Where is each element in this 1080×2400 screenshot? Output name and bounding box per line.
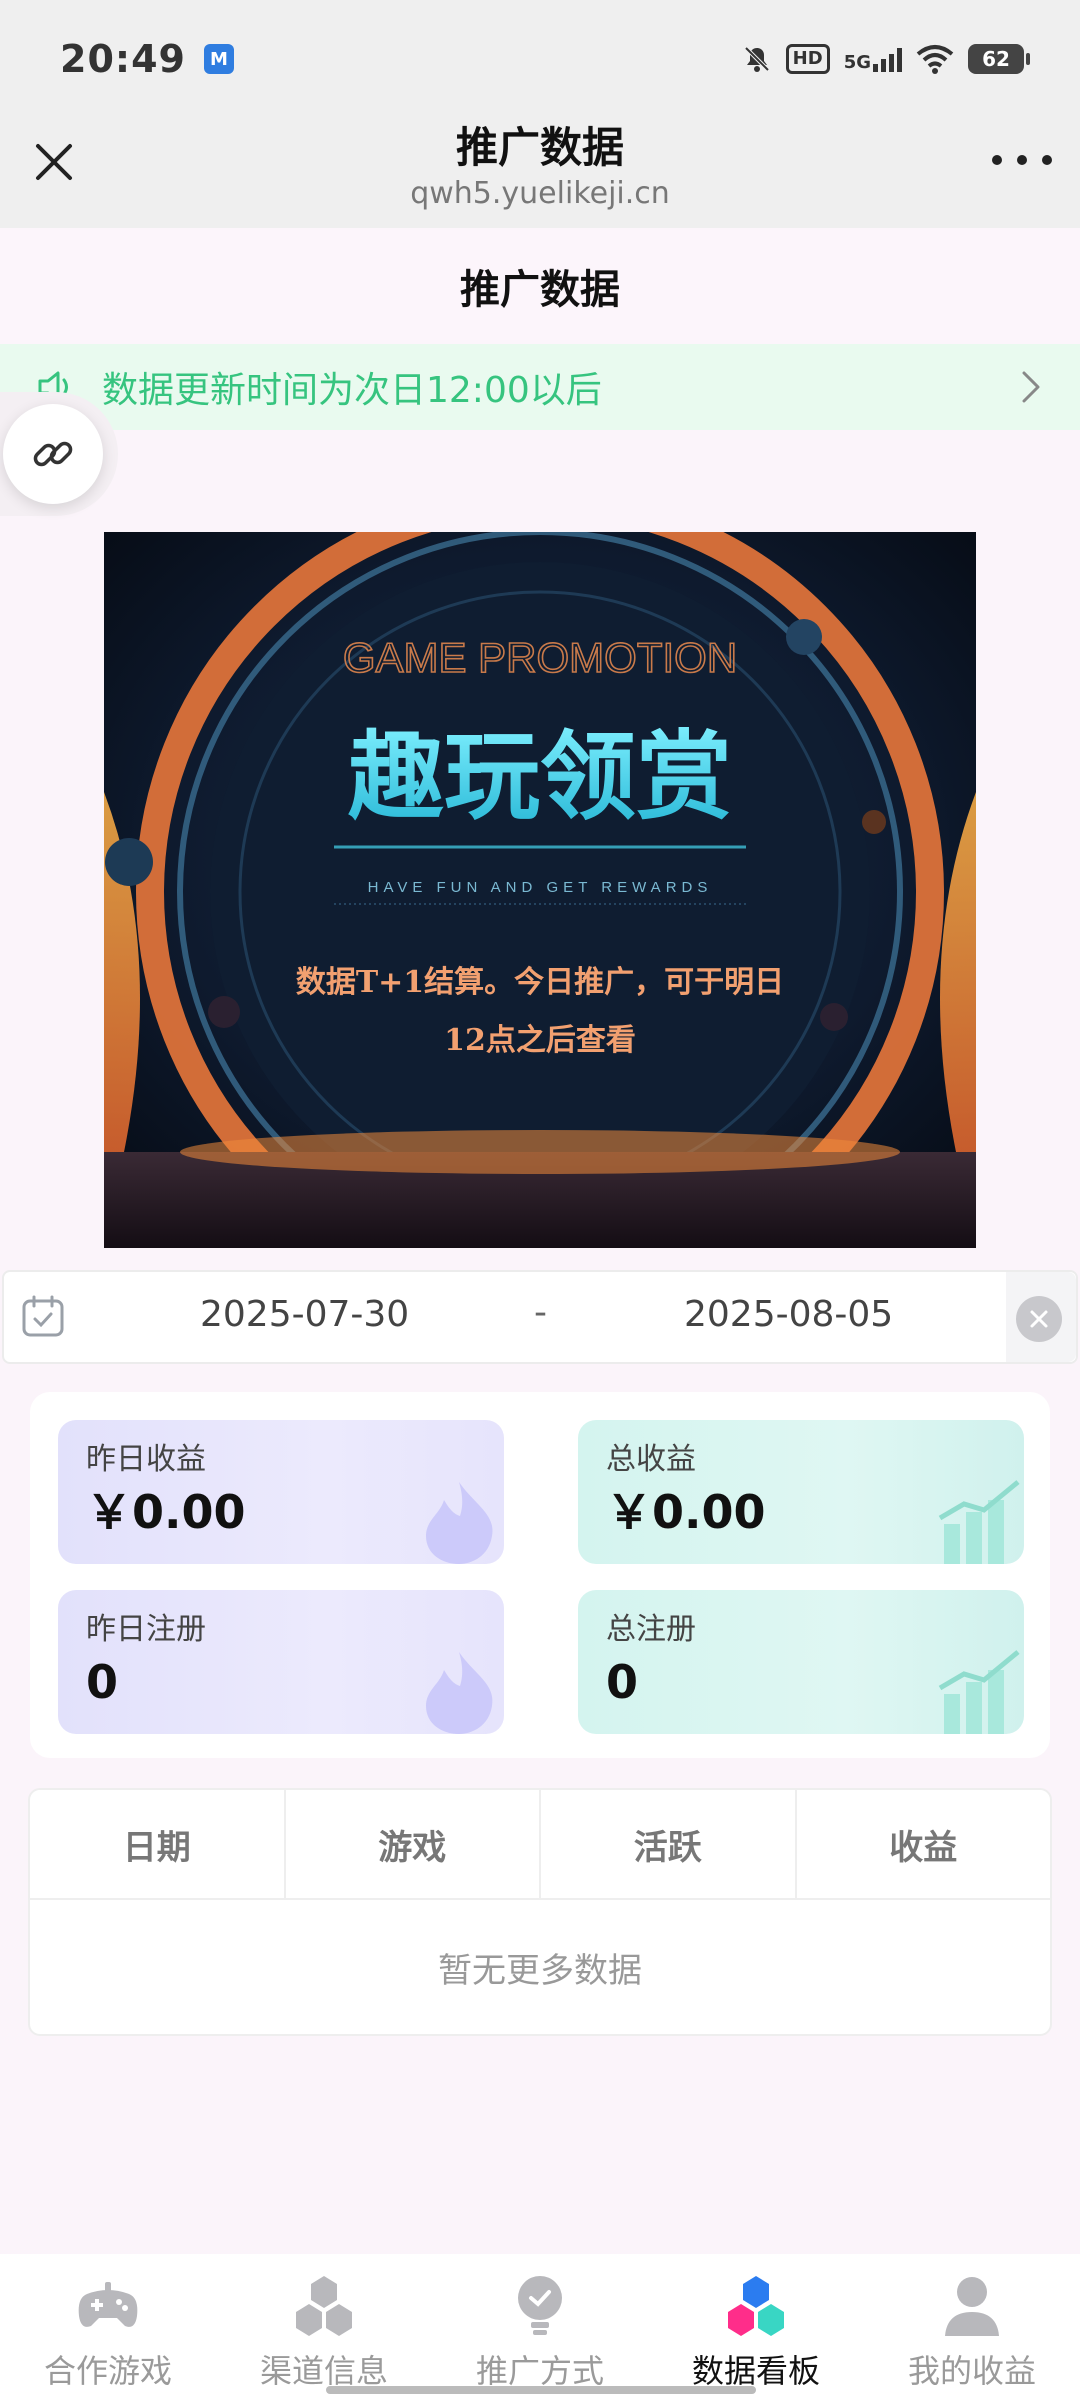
nav-label: 我的收益 (907, 2352, 1036, 2390)
status-bar: 20:49 M HD 5G 62 (0, 0, 1080, 118)
banner-heading-cn: 趣玩领赏 (348, 720, 732, 833)
link-icon (33, 441, 73, 467)
stat-value: ￥0.00 (86, 1485, 246, 1539)
status-icons: HD 5G 62 (742, 44, 1030, 74)
clear-icon (1030, 1310, 1048, 1328)
app-notification-icon: M (203, 44, 234, 74)
nav-item-my-income[interactable]: 我的收益 (864, 2254, 1080, 2400)
home-indicator[interactable] (326, 2386, 756, 2394)
chevron-right-icon (1022, 371, 1040, 403)
calendar-icon (22, 1295, 64, 1337)
stat-card-total-income: 总收益 ￥0.00 (578, 1420, 1024, 1564)
notice-text: 数据更新时间为次日12:00以后 (102, 370, 602, 411)
column-header-date[interactable]: 日期 (30, 1790, 286, 1898)
stats-panel: 昨日收益 ￥0.00 总收益 ￥0.00 昨日注册 0 总注册 0 (30, 1392, 1050, 1758)
page-header: 推广数据 (0, 228, 1080, 344)
browser-header: 推广数据 qwh5.yuelikeji.cn (0, 118, 1080, 228)
stat-label: 昨日收益 (86, 1442, 206, 1477)
gamepad-icon (78, 2282, 138, 2327)
stat-value: 0 (606, 1655, 639, 1709)
notice-bar[interactable]: 数据更新时间为次日12:00以后 (0, 344, 1080, 430)
stat-card-yesterday-income: 昨日收益 ￥0.00 (58, 1420, 504, 1564)
network-type: 5G (843, 52, 871, 73)
stat-value: ￥0.00 (606, 1485, 766, 1539)
wifi-icon (916, 45, 954, 74)
banner-tagline: HAVE FUN AND GET REWARDS (368, 879, 713, 896)
signal-icon: 5G (844, 46, 902, 72)
empty-state-text: 暂无更多数据 (438, 1950, 642, 1991)
lightbulb-icon (518, 2276, 562, 2335)
link-button[interactable] (0, 392, 118, 516)
page-title: 推广数据 (460, 267, 620, 313)
date-separator: - (534, 1292, 547, 1333)
nav-item-partner-games[interactable]: 合作游戏 (0, 2254, 216, 2400)
date-range-picker[interactable]: 2025-07-30 - 2025-08-05 (2, 1270, 1078, 1364)
battery-icon: 62 (968, 44, 1030, 74)
end-date-input[interactable]: 2025-08-05 (684, 1294, 893, 1335)
nav-label: 合作游戏 (43, 2352, 172, 2390)
stat-label: 昨日注册 (86, 1612, 206, 1647)
table-header-row: 日期 游戏 活跃 收益 (30, 1790, 1050, 1900)
promo-banner: GAME PROMOTION 趣玩领赏 HAVE FUN AND GET REW… (104, 532, 976, 1248)
mute-icon (744, 46, 770, 72)
stat-card-yesterday-registrations: 昨日注册 0 (58, 1590, 504, 1734)
start-date-input[interactable]: 2025-07-30 (200, 1294, 409, 1335)
banner-line1: 数据T+1结算。今日推广，可于明日 (296, 965, 784, 1000)
dashboard-cubes-icon (728, 2276, 784, 2336)
stat-value: 0 (86, 1655, 119, 1709)
browser-title: 推广数据 (455, 123, 624, 172)
stat-label: 总注册 (606, 1612, 696, 1647)
nav-item-promotion-methods[interactable]: 推广方式 (432, 2254, 648, 2400)
cubes-icon (296, 2276, 352, 2336)
column-header-income[interactable]: 收益 (797, 1790, 1051, 1898)
status-time: 20:49 (60, 37, 186, 81)
bottom-nav: 合作游戏 渠道信息 推广方式 数据看板 我的收益 (0, 2254, 1080, 2400)
stat-card-total-registrations: 总注册 0 (578, 1590, 1024, 1734)
hd-icon: HD (785, 44, 830, 74)
column-header-active[interactable]: 活跃 (541, 1790, 797, 1898)
banner-line2: 12点之后查看 (444, 1023, 636, 1058)
nav-item-data-dashboard[interactable]: 数据看板 (648, 2254, 864, 2400)
column-header-game[interactable]: 游戏 (286, 1790, 541, 1898)
banner-heading-en: GAME PROMOTION (343, 634, 737, 681)
user-icon (945, 2277, 999, 2336)
stat-label: 总收益 (606, 1442, 696, 1477)
nav-item-channel-info[interactable]: 渠道信息 (216, 2254, 432, 2400)
clear-date-button[interactable] (1016, 1296, 1062, 1342)
browser-url: qwh5.yuelikeji.cn (410, 176, 670, 211)
more-icon[interactable] (992, 140, 1052, 180)
data-table: 日期 游戏 活跃 收益 暂无更多数据 (28, 1788, 1052, 2036)
